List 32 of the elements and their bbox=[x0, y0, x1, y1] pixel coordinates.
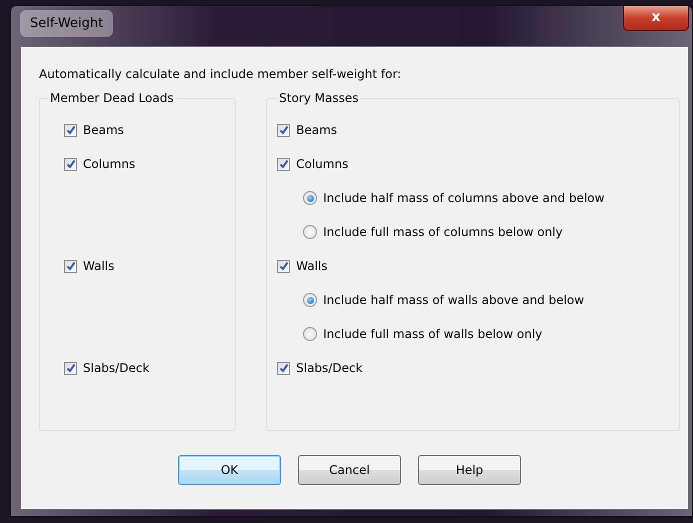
checkbox-label[interactable]: Walls bbox=[296, 259, 328, 273]
checkbox[interactable] bbox=[277, 158, 290, 170]
checkbox[interactable] bbox=[64, 158, 77, 170]
checkbox[interactable] bbox=[277, 362, 290, 374]
radio-button[interactable] bbox=[303, 293, 318, 307]
checkbox-label[interactable]: Beams bbox=[83, 123, 124, 137]
dialog-button[interactable]: Help bbox=[418, 455, 521, 485]
checkbox-label[interactable]: Beams bbox=[296, 123, 338, 137]
checkbox[interactable] bbox=[277, 124, 290, 136]
radio-label[interactable]: Include half mass of columns above and below bbox=[323, 191, 604, 205]
dialog-button[interactable]: OK bbox=[178, 455, 281, 485]
close-button[interactable]: x bbox=[623, 6, 689, 31]
radio-button[interactable] bbox=[303, 191, 318, 205]
checkbox-label[interactable]: Slabs/Deck bbox=[296, 361, 363, 375]
group-title: Story Masses bbox=[278, 91, 360, 105]
radio-label[interactable]: Include full mass of columns below only bbox=[323, 225, 563, 239]
window-title: Self-Weight bbox=[20, 10, 114, 37]
radio-button[interactable] bbox=[303, 327, 318, 341]
checkbox[interactable] bbox=[64, 362, 77, 374]
checkbox-label[interactable]: Columns bbox=[296, 157, 348, 171]
group-title: Member Dead Loads bbox=[49, 91, 175, 105]
checkbox[interactable] bbox=[64, 260, 77, 272]
radio-label[interactable]: Include full mass of walls below only bbox=[323, 327, 542, 341]
dialog-button[interactable]: Cancel bbox=[298, 455, 401, 485]
checkbox-label[interactable]: Slabs/Deck bbox=[83, 361, 150, 375]
intro-text: Automatically calculate and include member self-weight for: bbox=[39, 67, 402, 81]
radio-label[interactable]: Include half mass of walls above and below bbox=[323, 293, 584, 307]
checkbox[interactable] bbox=[277, 260, 290, 272]
checkbox-label[interactable]: Walls bbox=[83, 259, 114, 273]
radio-button[interactable] bbox=[303, 225, 318, 239]
checkbox-label[interactable]: Columns bbox=[83, 157, 136, 171]
checkbox[interactable] bbox=[64, 124, 77, 136]
